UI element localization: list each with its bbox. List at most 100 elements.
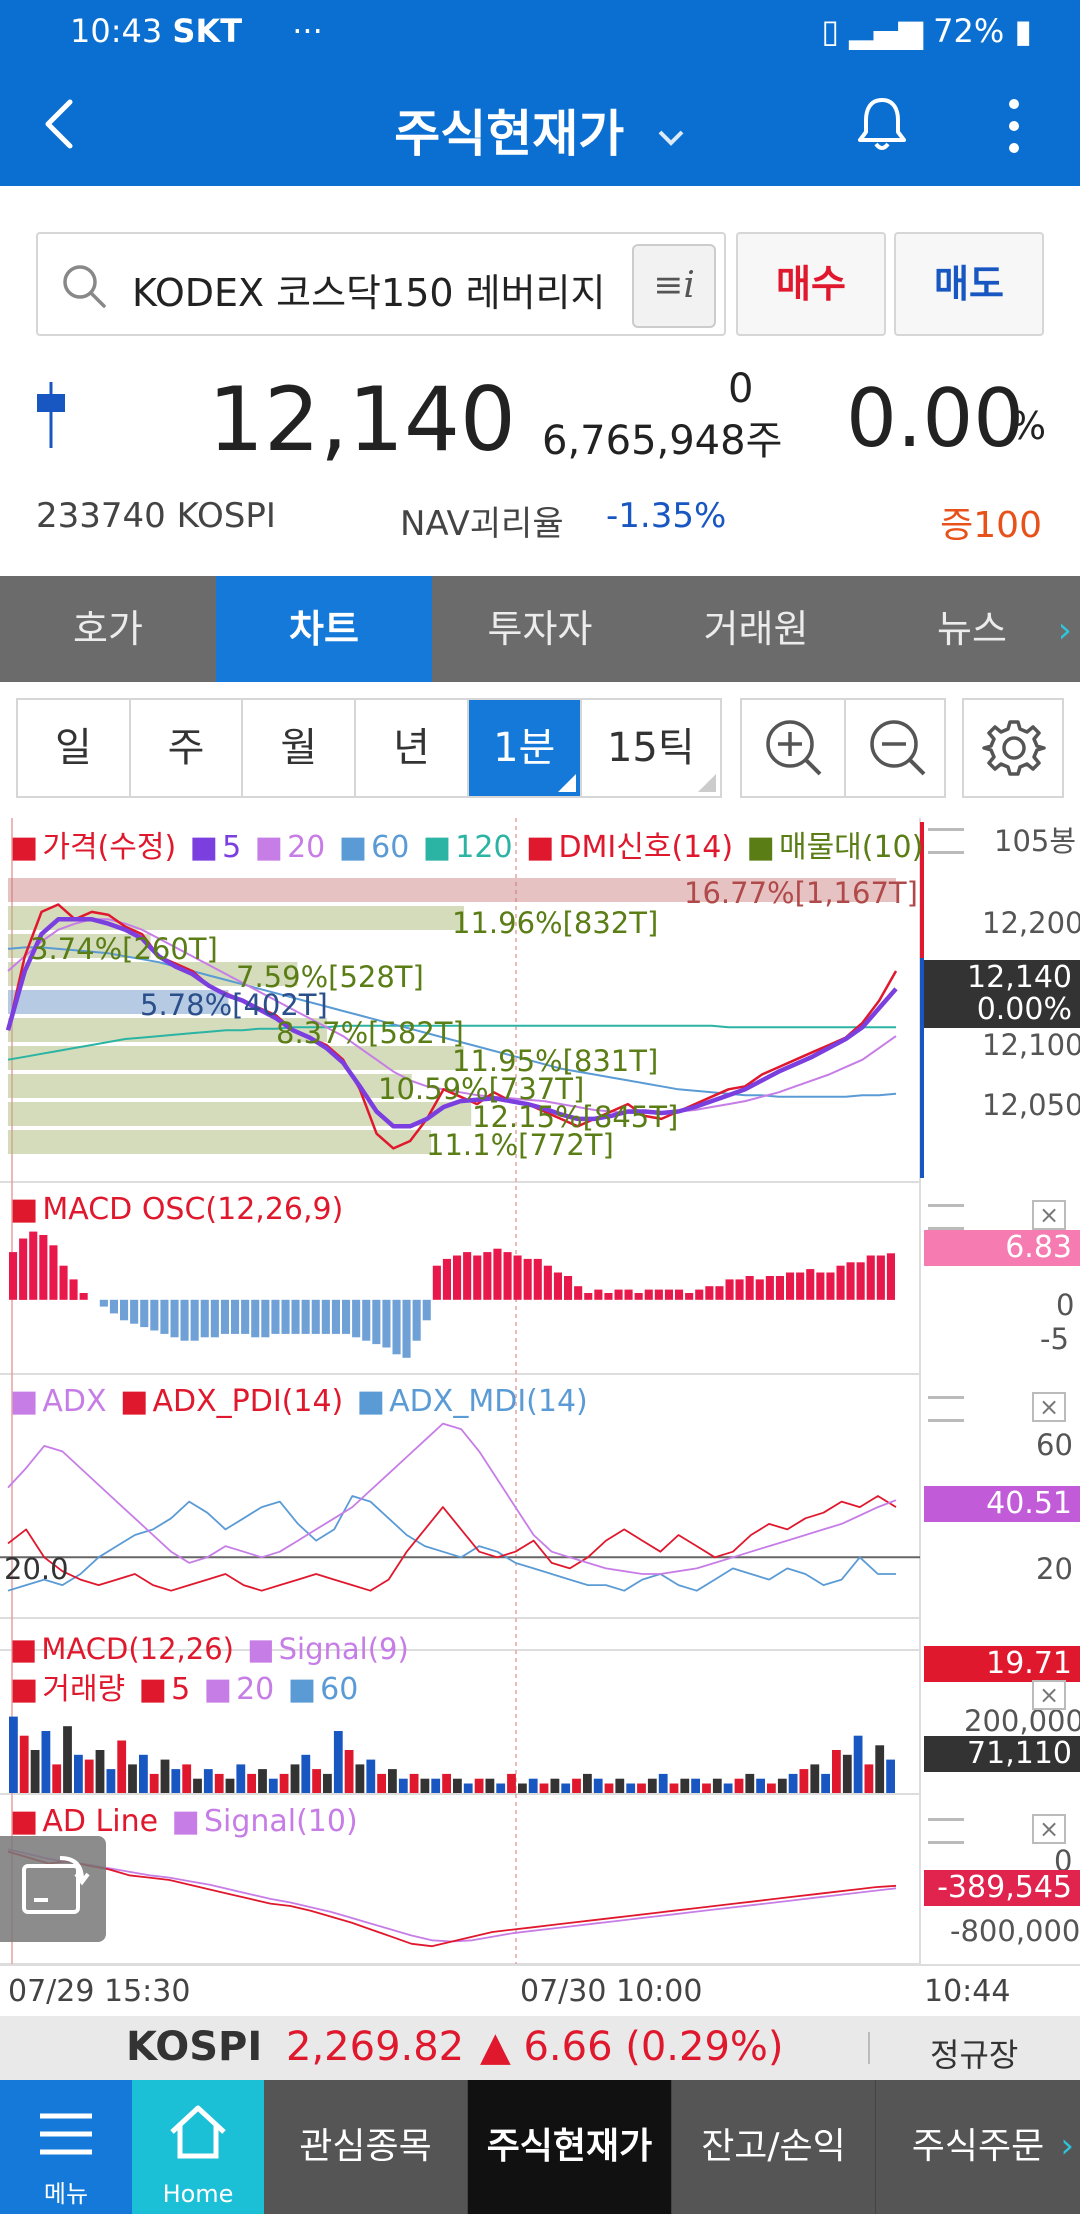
period-year[interactable]: 년 [356, 700, 469, 796]
adline-tick: -800,000 [950, 1914, 1080, 1948]
more-vertical-icon[interactable] [1006, 98, 1022, 154]
macd-badge: 19.71 [924, 1646, 1080, 1682]
volume-bar [561, 1783, 571, 1793]
volume-bar [528, 1778, 538, 1793]
volume-bar [647, 1778, 657, 1793]
volume-bar [117, 1740, 127, 1793]
rotate-screen-icon [22, 1856, 90, 1914]
macd-osc-bar [59, 1265, 68, 1300]
panel-close-icon[interactable]: × [1032, 1200, 1066, 1230]
period-1min[interactable]: 1분 [468, 700, 582, 796]
macd-osc-bar [473, 1255, 482, 1300]
nav-watchlist[interactable]: 관심종목 [264, 2080, 468, 2214]
dropdown-corner-icon [698, 774, 716, 792]
adx-line [7, 1422, 897, 1575]
macd-osc-bar [160, 1299, 169, 1334]
macd-osc-bar [342, 1299, 351, 1334]
macd-osc-bar [644, 1289, 653, 1300]
adx-legend: ■ ADX ■ ADX_PDI(14) ■ ADX_MDI(14) [10, 1384, 588, 1419]
panel-drag-handle-icon[interactable] [928, 1818, 964, 1844]
index-ticker[interactable]: KOSPI 2,269.82 ▲ 6.66 (0.29%) 정규장 [0, 2016, 1080, 2080]
change-percent-unit: % [1010, 404, 1047, 448]
sell-button[interactable]: 매도 [894, 232, 1044, 336]
home-button[interactable]: Home [132, 2080, 264, 2214]
macd-osc-bar [513, 1255, 522, 1300]
legend-ma5: 5 [222, 830, 242, 865]
macd-osc-bar [856, 1262, 865, 1300]
time-axis-mid: 07/30 10:00 [520, 1974, 703, 2009]
volume-bar [41, 1731, 51, 1793]
tab-news[interactable]: 뉴스 [864, 576, 1080, 682]
chart-area[interactable]: ■ 가격(수정) ■ 5 ■ 20 ■ 60 ■ 120 ■ DMI신호(14) ■ 매물대(… [0, 818, 1080, 1966]
menu-button[interactable]: 메뉴 [0, 2080, 132, 2214]
volume-bar [74, 1754, 83, 1793]
macd-osc-bar [826, 1272, 835, 1300]
index-name: KOSPI [126, 2024, 263, 2070]
period-week[interactable]: 주 [131, 700, 244, 796]
period-15tick[interactable]: 15틱 [582, 700, 720, 796]
macd-osc-bar [634, 1293, 643, 1300]
nav-stock-order[interactable]: 주식주문 [876, 2080, 1080, 2214]
zoom-in-button[interactable] [742, 700, 846, 796]
period-month[interactable]: 월 [243, 700, 357, 796]
panel-close-icon[interactable]: × [1032, 1680, 1066, 1710]
tab-hoga[interactable]: 호가 [0, 576, 216, 682]
panel-close-icon[interactable]: × [1032, 1814, 1066, 1844]
search-icon [63, 265, 106, 308]
nav-balance[interactable]: 잔고/손익 [672, 2080, 876, 2214]
stock-search-field[interactable]: KODEX 코스닥150 레버리지 ≡i [36, 232, 726, 336]
period-year-label: 년 [393, 725, 430, 771]
volume-bar [366, 1759, 376, 1793]
period-day[interactable]: 일 [18, 700, 131, 796]
adx-tick: 20 [1036, 1552, 1073, 1586]
macd-osc-bar [241, 1299, 250, 1334]
panel-drag-handle-icon[interactable] [928, 1396, 964, 1422]
tabs-scroll-right-icon[interactable]: › [1058, 610, 1072, 651]
volume-bar [323, 1773, 332, 1793]
volume-bar [182, 1764, 192, 1793]
macd-osc-legend: ■ MACD OSC(12,26,9) [10, 1192, 344, 1227]
margin-rate-badge: 증100 [940, 505, 1042, 546]
macd-osc-badge: 6.83 [924, 1230, 1080, 1266]
panel-close-icon[interactable]: × [1032, 1392, 1066, 1422]
nav-stock-quote[interactable]: 주식현재가 [468, 2080, 672, 2214]
tab-broker[interactable]: 거래원 [648, 576, 864, 682]
zoom-out-button[interactable] [846, 700, 948, 796]
rotate-screen-button[interactable] [0, 1836, 106, 1942]
volume-bar [333, 1731, 343, 1793]
volume-badge: 71,110 [924, 1736, 1080, 1772]
macd-osc-bar [463, 1252, 472, 1300]
bell-icon[interactable] [852, 94, 912, 154]
tab-investor[interactable]: 투자자 [432, 576, 648, 682]
macd-osc-bar [352, 1299, 361, 1338]
panel-drag-handle-icon[interactable] [928, 828, 964, 854]
period-day-label: 일 [54, 725, 92, 771]
macd-osc-bar [362, 1299, 371, 1341]
volume-bar [139, 1754, 148, 1793]
volume-bar [832, 1750, 841, 1793]
volume-bar [615, 1778, 625, 1793]
dropdown-corner-icon [557, 774, 576, 792]
search-input[interactable]: KODEX 코스닥150 레버리지 [132, 262, 605, 317]
macd-osc-bar [453, 1255, 462, 1300]
volume-bar [377, 1773, 386, 1793]
buy-button[interactable]: 매수 [736, 232, 886, 336]
nav-scroll-right-icon[interactable]: › [1060, 2126, 1074, 2166]
macd-osc-bar [715, 1286, 724, 1300]
panel-drag-handle-icon[interactable] [928, 1204, 964, 1230]
volume-bar [734, 1778, 744, 1793]
stock-code: 233740 KOSPI [36, 496, 276, 536]
tab-chart[interactable]: 차트 [216, 576, 432, 682]
zoom-controls [740, 698, 946, 798]
stock-info-button[interactable]: ≡i [632, 244, 716, 328]
page-title-dropdown[interactable]: 주식현재가 [0, 94, 1080, 166]
macd-osc-bar [291, 1299, 300, 1334]
macd-osc-bar [120, 1299, 129, 1321]
macd-osc-bar [786, 1272, 795, 1300]
volume-bar [518, 1783, 527, 1793]
macd-osc-bar [180, 1299, 189, 1341]
volume-bar [583, 1773, 592, 1793]
macd-osc-bar [796, 1272, 805, 1300]
chart-settings-button[interactable] [962, 698, 1064, 798]
macd-osc-bar [200, 1299, 209, 1338]
